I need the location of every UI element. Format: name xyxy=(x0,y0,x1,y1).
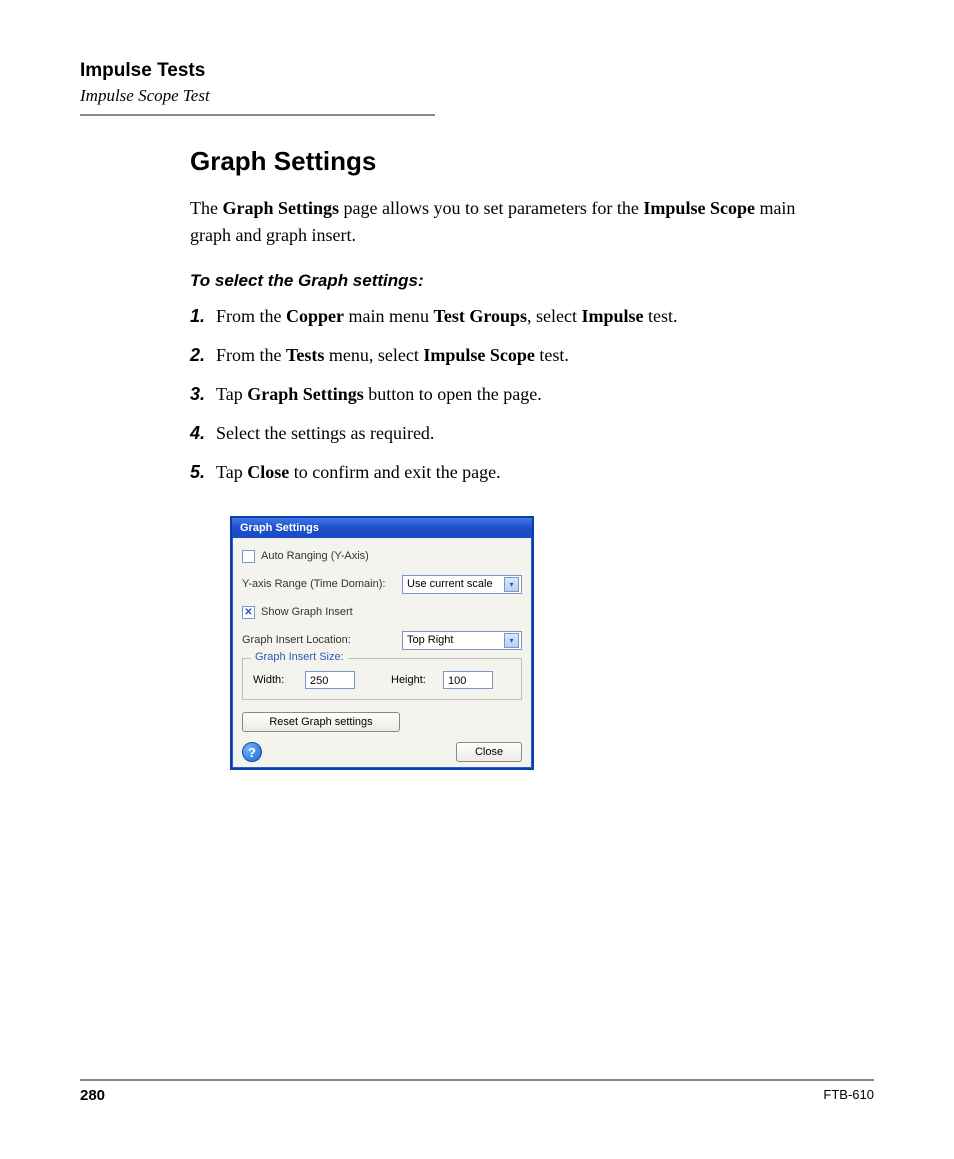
step-text: Tap Close to confirm and exit the page. xyxy=(216,459,501,486)
text-bold: Impulse Scope xyxy=(643,198,755,218)
step-item: 1. From the Copper main menu Test Groups… xyxy=(190,303,834,330)
graph-settings-dialog: Graph Settings Auto Ranging (Y-Axis) Y-a… xyxy=(230,516,534,770)
text: The xyxy=(190,198,222,218)
intro-paragraph: The Graph Settings page allows you to se… xyxy=(190,195,834,249)
text-bold: Graph Settings xyxy=(222,198,339,218)
step-item: 5. Tap Close to confirm and exit the pag… xyxy=(190,459,834,486)
step-text: Tap Graph Settings button to open the pa… xyxy=(216,381,542,408)
section-heading: Graph Settings xyxy=(190,146,834,177)
yaxis-range-label: Y-axis Range (Time Domain): xyxy=(242,578,402,590)
chapter-subtitle: Impulse Scope Test xyxy=(80,86,874,106)
dialog-titlebar: Graph Settings xyxy=(232,518,532,538)
graph-insert-location-label: Graph Insert Location: xyxy=(242,634,402,646)
step-text: Select the settings as required. xyxy=(216,420,434,447)
graph-insert-location-select[interactable]: Top Right ▾ xyxy=(402,631,522,650)
auto-ranging-checkbox[interactable] xyxy=(242,550,255,563)
step-number: 2. xyxy=(190,342,216,369)
chevron-down-icon: ▾ xyxy=(504,577,519,592)
graph-insert-location-value: Top Right xyxy=(407,634,453,646)
step-item: 3. Tap Graph Settings button to open the… xyxy=(190,381,834,408)
close-button[interactable]: Close xyxy=(456,742,522,762)
step-number: 5. xyxy=(190,459,216,486)
step-number: 1. xyxy=(190,303,216,330)
footer-rule xyxy=(80,1079,874,1081)
reset-graph-settings-button[interactable]: Reset Graph settings xyxy=(242,712,400,732)
page-number: 280 xyxy=(80,1087,105,1104)
step-text: From the Copper main menu Test Groups, s… xyxy=(216,303,678,330)
step-number: 3. xyxy=(190,381,216,408)
chevron-down-icon: ▾ xyxy=(504,633,519,648)
show-graph-insert-label: Show Graph Insert xyxy=(261,606,421,618)
text: page allows you to set parameters for th… xyxy=(339,198,643,218)
procedure-heading: To select the Graph settings: xyxy=(190,271,834,291)
step-text: From the Tests menu, select Impulse Scop… xyxy=(216,342,569,369)
chapter-title: Impulse Tests xyxy=(80,60,874,82)
width-input[interactable]: 250 xyxy=(305,671,355,689)
step-item: 2. From the Tests menu, select Impulse S… xyxy=(190,342,834,369)
width-label: Width: xyxy=(253,674,297,686)
help-icon[interactable]: ? xyxy=(242,742,262,762)
yaxis-range-select[interactable]: Use current scale ▾ xyxy=(402,575,522,594)
height-input[interactable]: 100 xyxy=(443,671,493,689)
step-item: 4. Select the settings as required. xyxy=(190,420,834,447)
height-label: Height: xyxy=(391,674,435,686)
yaxis-range-value: Use current scale xyxy=(407,578,493,590)
header-rule xyxy=(80,114,435,116)
graph-insert-size-group: Graph Insert Size: Width: 250 Height: 10… xyxy=(242,658,522,700)
group-legend: Graph Insert Size: xyxy=(251,651,348,663)
product-model: FTB-610 xyxy=(823,1087,874,1104)
auto-ranging-label: Auto Ranging (Y-Axis) xyxy=(261,550,421,562)
show-graph-insert-checkbox[interactable]: ✕ xyxy=(242,606,255,619)
step-number: 4. xyxy=(190,420,216,447)
